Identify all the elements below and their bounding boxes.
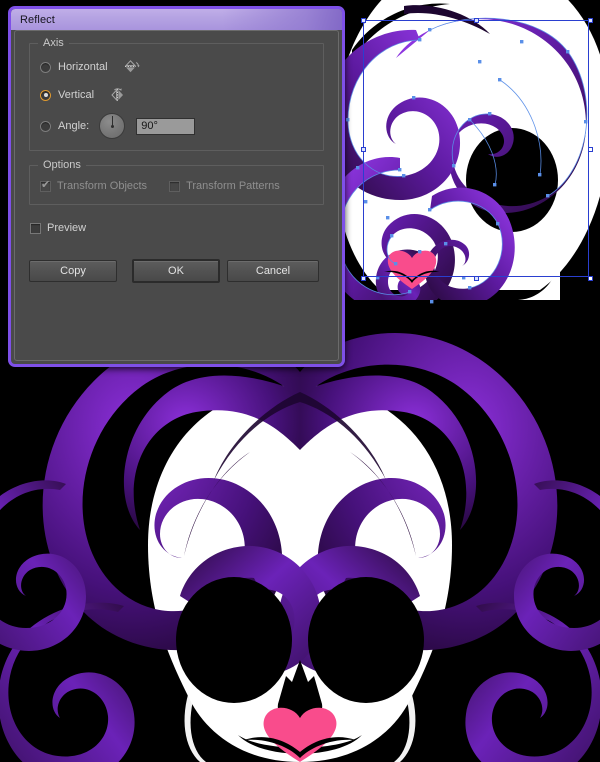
radio-vertical-label: Vertical (58, 89, 95, 101)
axis-angle-row[interactable]: Angle: 90° (40, 112, 313, 140)
reflect-horizontal-icon (124, 59, 140, 75)
axis-vertical-row[interactable]: Vertical (40, 84, 313, 106)
reflect-vertical-icon (110, 87, 126, 103)
preview-row[interactable]: Preview (30, 219, 324, 237)
dialog-title: Reflect (20, 13, 55, 26)
radio-horizontal-label: Horizontal (58, 61, 108, 73)
radio-vertical[interactable] (40, 89, 51, 101)
checkbox-transform-objects[interactable] (40, 179, 51, 192)
angle-input[interactable]: 90° (136, 117, 196, 135)
radio-angle[interactable] (40, 120, 51, 132)
radio-angle-label: Angle: (58, 120, 90, 132)
checkbox-transform-objects-label: Transform Objects (57, 180, 148, 192)
checkbox-preview-label: Preview (47, 222, 87, 234)
checkbox-transform-patterns-label: Transform Patterns (186, 180, 280, 192)
checkbox-transform-patterns[interactable] (169, 180, 181, 192)
axis-group-legend: Axis (38, 37, 69, 50)
options-group-legend: Options (38, 159, 86, 172)
cancel-button[interactable]: Cancel (227, 260, 319, 282)
axis-group: Axis Horizontal Vertical Angle: 90° (29, 37, 324, 151)
angle-dial-icon[interactable] (99, 113, 126, 139)
dialog-body: Axis Horizontal Vertical Angle: 90° Opti… (14, 30, 339, 361)
ok-button[interactable]: OK (132, 259, 220, 283)
radio-horizontal[interactable] (40, 61, 51, 73)
checkbox-preview[interactable] (30, 222, 41, 234)
dialog-titlebar[interactable]: Reflect (11, 9, 342, 30)
options-row: Transform Objects Transform Patterns (40, 179, 313, 192)
skull-artwork-selected (345, 0, 600, 300)
axis-horizontal-row[interactable]: Horizontal (40, 56, 313, 78)
copy-button[interactable]: Copy (29, 260, 117, 282)
options-group: Options Transform Objects Transform Patt… (29, 159, 324, 205)
reflect-dialog[interactable]: Reflect Axis Horizontal Vertical Angle: … (8, 6, 345, 367)
illustrator-screenshot: Reflect Axis Horizontal Vertical Angle: … (0, 0, 600, 762)
dialog-button-bar: Copy OK Cancel (29, 259, 324, 283)
